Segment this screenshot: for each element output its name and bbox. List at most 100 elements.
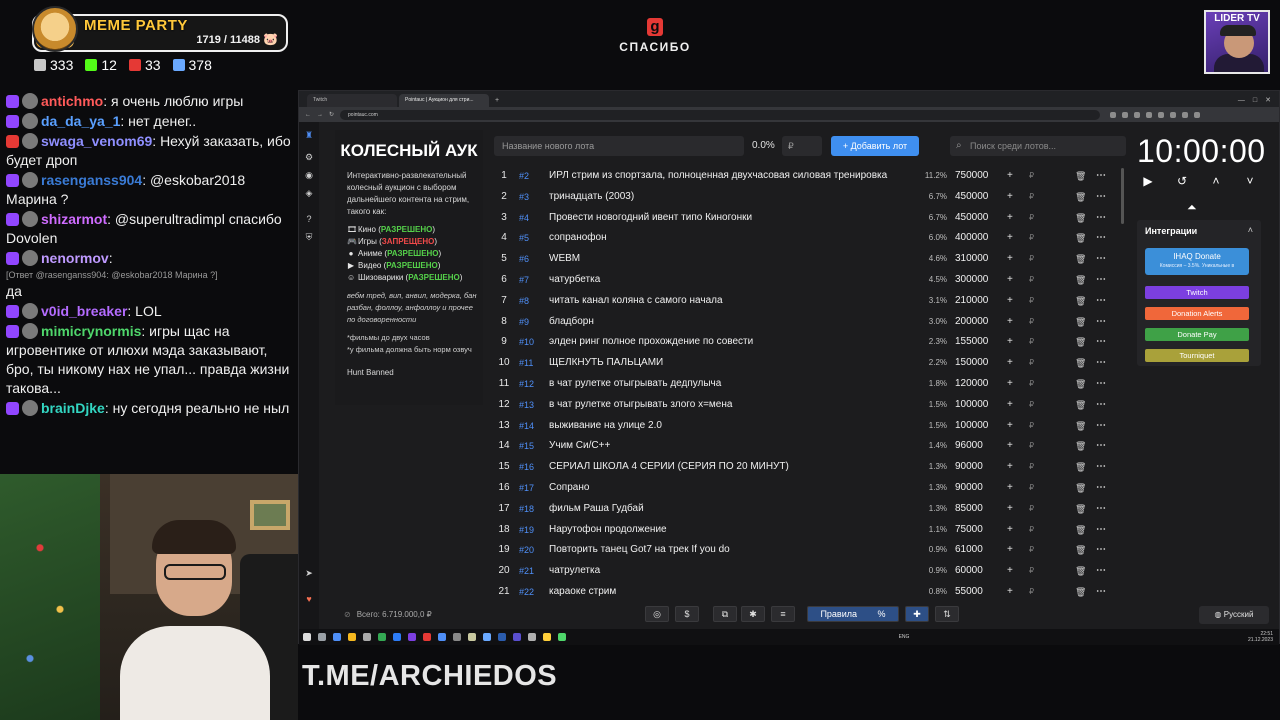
- lot-amount[interactable]: 310000: [955, 249, 993, 269]
- more-icon[interactable]: ⋯: [1096, 187, 1107, 207]
- ruble-icon[interactable]: ₽: [1029, 353, 1034, 373]
- lot-id[interactable]: #5: [519, 228, 529, 248]
- more-icon[interactable]: ⋯: [1096, 436, 1107, 456]
- ruble-icon[interactable]: ₽: [1029, 540, 1034, 560]
- lot-id[interactable]: #3: [519, 187, 529, 207]
- ruble-icon[interactable]: ₽: [1029, 395, 1034, 415]
- ruble-icon[interactable]: ₽: [1029, 249, 1034, 269]
- chat-username[interactable]: v0id_breaker: [41, 303, 127, 319]
- lot-name[interactable]: Нарутофон продолжение: [549, 520, 919, 540]
- add-lot-button[interactable]: + Добавить лот: [831, 136, 919, 156]
- lot-name[interactable]: Учим Си/С++: [549, 436, 919, 456]
- integration-button-donate-pay[interactable]: Donate Pay: [1145, 328, 1249, 341]
- extension-icon[interactable]: [1182, 111, 1189, 118]
- trash-icon[interactable]: 🗑: [1075, 416, 1086, 436]
- lot-name[interactable]: СЕРИАЛ ШКОЛА 4 СЕРИИ (СЕРИЯ ПО 20 МИНУТ): [549, 457, 919, 477]
- lot-id[interactable]: #21: [519, 561, 534, 581]
- add-amount-icon[interactable]: +: [1007, 416, 1013, 436]
- integration-button-tourniquet[interactable]: Tourniquet: [1145, 349, 1249, 362]
- lot-name[interactable]: ИРЛ стрим из спортзала, полноценная двух…: [549, 166, 919, 186]
- lot-amount[interactable]: 100000: [955, 416, 993, 436]
- lot-id[interactable]: #10: [519, 332, 534, 352]
- chat-username[interactable]: mimicrynormis: [41, 323, 141, 339]
- lot-amount[interactable]: 90000: [955, 457, 993, 477]
- ruble-icon[interactable]: ₽: [1029, 270, 1034, 290]
- add-amount-icon[interactable]: +: [1007, 457, 1013, 477]
- lot-amount[interactable]: 400000: [955, 228, 993, 248]
- trash-icon[interactable]: 🗑: [1075, 166, 1086, 186]
- ruble-icon[interactable]: ₽: [1029, 228, 1034, 248]
- reset-icon[interactable]: ↺: [1175, 174, 1189, 188]
- add-amount-icon[interactable]: +: [1007, 208, 1013, 228]
- chat-username[interactable]: brainDjke: [41, 400, 105, 416]
- lot-name[interactable]: Провести новогодний ивент типо Киногонки: [549, 208, 919, 228]
- reload-icon[interactable]: ↻: [329, 111, 334, 118]
- more-icon[interactable]: ⋯: [1096, 270, 1107, 290]
- trash-icon[interactable]: 🗑: [1075, 353, 1086, 373]
- app-icon[interactable]: [333, 633, 341, 641]
- ruble-icon[interactable]: ₽: [1029, 478, 1034, 498]
- forward-icon[interactable]: →: [317, 112, 323, 118]
- chevron-up-icon[interactable]: ˄: [1248, 225, 1253, 235]
- new-lot-amount-input[interactable]: ₽: [782, 136, 822, 156]
- lot-name[interactable]: читать канал коляна с самого начала: [549, 291, 919, 311]
- add-amount-icon[interactable]: +: [1007, 478, 1013, 498]
- trash-icon[interactable]: 🗑: [1075, 561, 1086, 581]
- lot-id[interactable]: #11: [519, 353, 533, 373]
- app-icon[interactable]: [363, 633, 371, 641]
- more-icon[interactable]: ⋯: [1096, 540, 1107, 560]
- lot-name[interactable]: чатрулетка: [549, 561, 919, 581]
- more-icon[interactable]: ⋯: [1096, 228, 1107, 248]
- add-amount-icon[interactable]: +: [1007, 395, 1013, 415]
- chat-username[interactable]: antichmo: [41, 93, 103, 109]
- add-amount-icon[interactable]: +: [1007, 353, 1013, 373]
- new-tab-button[interactable]: +: [491, 94, 503, 107]
- lot-name[interactable]: бладборн: [549, 312, 919, 332]
- chat-username[interactable]: nenormov: [41, 250, 109, 266]
- minimize-icon[interactable]: —: [1238, 94, 1245, 107]
- ruble-icon[interactable]: ₽: [1029, 312, 1034, 332]
- chevron-up-icon[interactable]: ˄: [1209, 174, 1223, 188]
- chrome-icon[interactable]: [438, 633, 446, 641]
- add-amount-icon[interactable]: +: [1007, 332, 1013, 352]
- lot-name[interactable]: WEBM: [549, 249, 919, 269]
- app-icon[interactable]: [453, 633, 461, 641]
- more-icon[interactable]: ⋯: [1096, 291, 1107, 311]
- trash-icon[interactable]: 🗑: [1075, 499, 1086, 519]
- language-select[interactable]: ◍ Русский: [1199, 606, 1269, 624]
- app-icon[interactable]: [558, 633, 566, 641]
- lot-amount[interactable]: 300000: [955, 270, 993, 290]
- maximize-icon[interactable]: □: [1253, 94, 1257, 107]
- app-icon[interactable]: [498, 633, 506, 641]
- dollar-icon[interactable]: $: [675, 606, 699, 622]
- close-icon[interactable]: ✕: [1265, 94, 1271, 107]
- stack-icon[interactable]: ⧉: [713, 606, 737, 622]
- wheel-icon[interactable]: ◉: [304, 170, 314, 180]
- add-amount-icon[interactable]: +: [1007, 270, 1013, 290]
- ruble-icon[interactable]: ₽: [1029, 457, 1034, 477]
- collapse-icon[interactable]: ⏶: [1187, 200, 1197, 215]
- add-amount-icon[interactable]: +: [1007, 312, 1013, 332]
- donate-icon[interactable]: ♥: [304, 594, 314, 604]
- lot-id[interactable]: #16: [519, 457, 534, 477]
- lot-id[interactable]: #7: [519, 270, 529, 290]
- lot-name[interactable]: Повторить танец Got7 на трек If you do: [549, 540, 919, 560]
- play-icon[interactable]: ▶: [1141, 174, 1155, 188]
- ihaq-donate-button[interactable]: IHAQ Donate Комиссия – 3.5%. Уникальные …: [1145, 248, 1249, 275]
- extension-icon[interactable]: [1194, 111, 1201, 118]
- ruble-icon[interactable]: ₽: [1029, 208, 1034, 228]
- lot-name[interactable]: Сопрано: [549, 478, 919, 498]
- lot-id[interactable]: #19: [519, 520, 534, 540]
- lot-amount[interactable]: 750000: [955, 166, 993, 186]
- trash-icon[interactable]: 🗑: [1075, 478, 1086, 498]
- add-amount-icon[interactable]: +: [1007, 228, 1013, 248]
- extension-icon[interactable]: [1134, 111, 1141, 118]
- add-amount-icon[interactable]: +: [1007, 166, 1013, 186]
- system-clock[interactable]: 22:51 21.12.2023: [1248, 631, 1279, 643]
- more-icon[interactable]: ⋯: [1096, 395, 1107, 415]
- settings-icon[interactable]: ⚙: [304, 152, 314, 162]
- add-amount-icon[interactable]: +: [1007, 582, 1013, 602]
- trash-icon[interactable]: 🗑: [1075, 312, 1086, 332]
- app-icon[interactable]: [408, 633, 416, 641]
- more-icon[interactable]: ⋯: [1096, 582, 1107, 602]
